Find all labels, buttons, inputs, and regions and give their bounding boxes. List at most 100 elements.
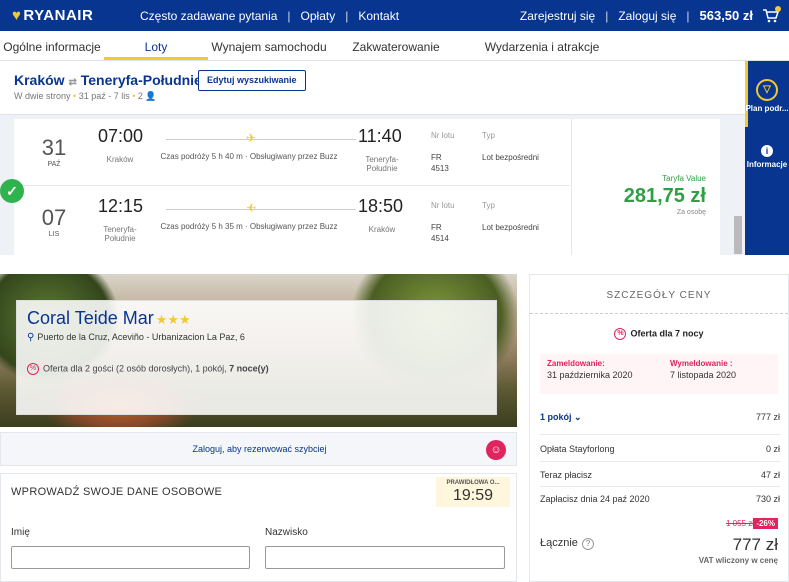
flight-type: Lot bezpośredni [482, 153, 539, 162]
pay-later-row: Zapłacisz dnia 24 paź 2020 730 zł [540, 494, 780, 504]
search-summary: Kraków ⇄ Teneryfa-Południe W dwie strony… [0, 61, 745, 115]
side-plan-button[interactable]: ▽ Plan podr... [745, 79, 789, 113]
top-nav: Często zadawane pytania | Opłaty | Konta… [140, 9, 399, 23]
arrival-time: 18:50 [358, 196, 404, 216]
edit-search-button[interactable]: Edytuj wyszukiwanie [198, 70, 306, 91]
departure-city: Teneryfa-Południe [103, 225, 137, 243]
personal-data-form: WPROWADŹ SWOJE DANE OSOBOWE PRAWIDŁOWA O… [0, 473, 517, 582]
login-bar: Zaloguj, aby rezerwować szybciej ☺ [0, 432, 517, 466]
ryanair-logo[interactable]: ♥ RYANAIR [12, 7, 93, 24]
info-icon: i [761, 145, 773, 157]
flight-type: Lot bezpośredni [482, 223, 539, 232]
return-date: 07 LIS [41, 205, 67, 238]
price-details-title: SZCZEGÓŁY CENY [606, 290, 712, 301]
flight-number: FR 4513 [431, 153, 449, 173]
section-tabs: Ogólne informacje Loty Wynajem samochodu… [0, 31, 789, 61]
flight-type-label: Typ [482, 131, 495, 140]
nav-separator: | [605, 8, 609, 23]
tab-flights[interactable]: Loty [104, 31, 208, 60]
star-rating: ★★★ [155, 312, 191, 327]
cart-badge [775, 5, 781, 12]
return-segment: 07 LIS 12:15 Teneryfa-Południe ✈ Czas po… [14, 189, 570, 255]
scrollbar[interactable] [734, 216, 742, 254]
rooms-price: 777 zł [755, 412, 780, 422]
login-link[interactable]: Zaloguj się [618, 9, 676, 23]
percent-icon: % [614, 328, 627, 340]
vat-note: VAT wliczony w cenę [698, 556, 778, 565]
fare-box[interactable]: Taryfa Value 281,75 zł Za osobę [571, 119, 720, 255]
stay-dates: Zameldowanie: 31 października 2020 Wymel… [540, 354, 778, 394]
flight-number-label: Nr lotu [431, 201, 455, 210]
flight-number-label: Nr lotu [431, 131, 455, 140]
account-area: Zarejestruj się | Zaloguj się | 563,50 z… [520, 5, 781, 23]
plane-icon: ✈ [246, 131, 257, 145]
stayforlong-icon: ☺ [486, 440, 506, 460]
help-icon[interactable]: ? [581, 538, 594, 550]
login-to-book-link[interactable]: Zaloguj, aby rezerwować szybciej [1, 444, 518, 454]
nav-separator: | [686, 8, 690, 23]
fare-name: Taryfa Value [662, 174, 706, 183]
search-details: W dwie strony • 31 paź - 7 lis • 2 👤 [14, 91, 157, 101]
percent-icon: % [27, 363, 39, 375]
checkin: Zameldowanie: 31 października 2020 [547, 359, 633, 380]
total-price: 777 zł [732, 535, 778, 554]
form-title: WPROWADŹ SWOJE DANE OSOBOWE [11, 486, 223, 498]
flight-type-label: Typ [482, 201, 495, 210]
route-line [166, 209, 356, 210]
row-divider [540, 434, 780, 435]
top-bar: ♥ RYANAIR Często zadawane pytania | Opłat… [0, 0, 789, 31]
location-pin-icon: ⚲ [27, 332, 35, 343]
tab-car-rental[interactable]: Wynajem samochodu [208, 31, 330, 60]
register-link[interactable]: Zarejestruj się [520, 9, 595, 23]
plane-icon: ✈ [246, 201, 257, 215]
offer-timer: PRAWIDŁOWA O... 19:59 [436, 477, 510, 507]
hotel-info-card: Coral Teide Mar ★★★ ⚲ Puerto de la Cruz, A… [16, 300, 497, 415]
rooms-toggle[interactable]: 1 pokój ⌄ [540, 412, 582, 422]
cart-icon[interactable] [763, 5, 781, 23]
nav-fees-link[interactable]: Opłaty [301, 9, 336, 23]
route-title: Kraków ⇄ Teneryfa-Południe [14, 72, 202, 88]
fee-row: Opłata Stayforlong 0 zł [540, 444, 780, 454]
basket-total[interactable]: 563,50 zł [700, 8, 754, 23]
old-price: 1 055 zł [725, 519, 754, 528]
flight-number: FR 4514 [431, 223, 449, 243]
last-name-input[interactable] [265, 546, 505, 569]
nav-faq-link[interactable]: Często zadawane pytania [140, 9, 277, 23]
departure-time: 07:00 [98, 126, 144, 146]
tab-general-info[interactable]: Ogólne informacje [0, 31, 104, 60]
arrival-time: 11:40 [358, 126, 402, 146]
nav-separator: | [287, 9, 291, 23]
rooms-row[interactable]: 1 pokój ⌄ 777 zł [540, 412, 780, 423]
flight-duration: Czas podróży 5 h 40 m · Obsługiwany prze… [160, 152, 338, 161]
hotel-name: Coral Teide Mar ★★★ [27, 308, 191, 328]
segment-divider [14, 185, 570, 186]
flight-panel: Kraków ⇄ Teneryfa-Południe W dwie strony… [0, 61, 789, 255]
arrival-city: Teneryfa-Południe [365, 155, 399, 173]
fare-per-person: Za osobę [676, 209, 706, 216]
outbound-segment: 31 PAŹ 07:00 Kraków ✈ Czas podróży 5 h 4… [14, 119, 570, 185]
discount-badge: -26% [753, 518, 778, 529]
hotel-image: Coral Teide Mar ★★★ ⚲ Puerto de la Cruz, A… [0, 274, 517, 427]
total-label: Łącznie? [540, 537, 594, 550]
nav-separator: | [345, 9, 349, 23]
timer-value: 19:59 [452, 487, 494, 504]
dashed-divider [530, 313, 788, 314]
harp-icon: ♥ [12, 7, 22, 24]
pay-now-row: Teraz płacisz 47 zł [540, 470, 780, 480]
tab-events[interactable]: Wydarzenia i atrakcje [462, 31, 622, 60]
offer-summary: % Oferta dla 2 gości (2 osób dorosłych), … [27, 363, 269, 375]
route-arrows-icon: ⇄ [68, 77, 77, 88]
plan-icon: ▽ [756, 79, 778, 101]
first-name-label: Imię [11, 527, 30, 538]
offer-nights: % Oferta dla 7 nocy [530, 328, 788, 340]
hotel-address: ⚲ Puerto de la Cruz, Aceviño - Urbanizaci… [27, 332, 245, 343]
side-info-button[interactable]: i Informacje [745, 145, 789, 169]
row-divider [540, 486, 780, 487]
first-name-input[interactable] [11, 546, 250, 569]
nav-contact-link[interactable]: Kontakt [358, 9, 399, 23]
tab-accommodation[interactable]: Zakwaterowanie [330, 31, 462, 60]
price-details-panel: SZCZEGÓŁY CENY % Oferta dla 7 nocy Zameld… [529, 274, 789, 582]
chevron-down-icon: ⌄ [574, 412, 582, 422]
flight-card[interactable]: 31 PAŹ 07:00 Kraków ✈ Czas podróży 5 h 4… [0, 119, 720, 255]
side-panel: ▽ Plan podr... i Informacje [745, 61, 789, 255]
